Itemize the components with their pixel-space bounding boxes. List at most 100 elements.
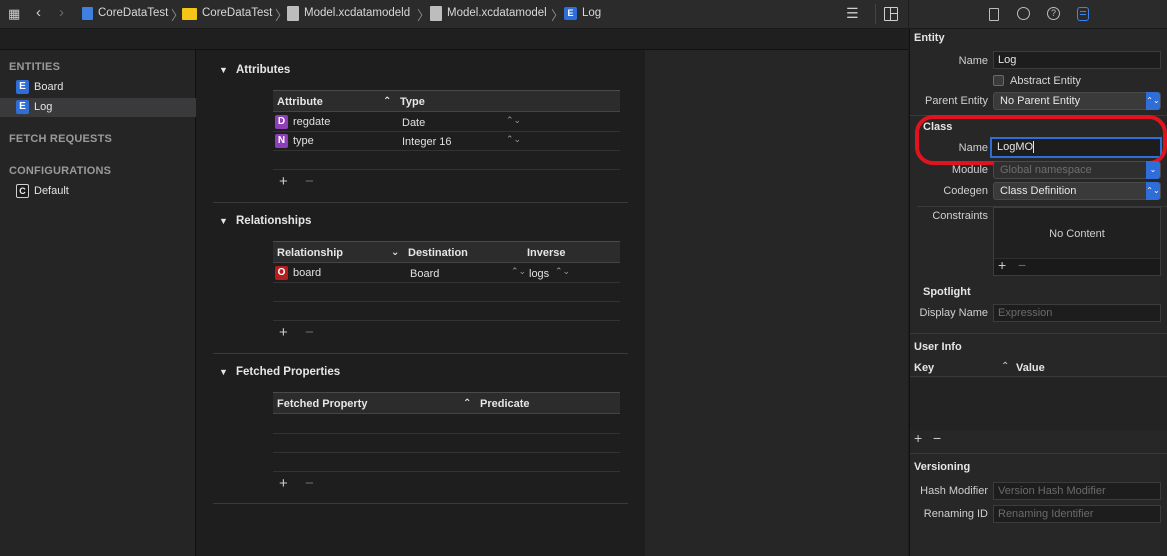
add-relationship-button[interactable]: +	[279, 324, 288, 341]
parent-entity-popup[interactable]: No Parent Entity ⌃⌄	[993, 92, 1161, 110]
constraints-list[interactable]: No Content + −	[993, 207, 1161, 276]
spotlight-section-header: Spotlight	[923, 286, 971, 298]
entity-section-header: Entity	[914, 32, 945, 44]
relationship-name[interactable]: board	[293, 267, 321, 279]
sort-ascending-icon: ⌃	[1001, 361, 1010, 372]
column-header-destination[interactable]: Destination	[408, 247, 468, 259]
attributes-section-title: Attributes	[236, 64, 291, 76]
sidebar-item-label: Log	[34, 101, 53, 113]
disclosure-triangle-icon[interactable]: ▼	[219, 65, 228, 75]
module-popup[interactable]: Global namespace ⌄	[993, 161, 1161, 179]
breadcrumb-model-bundle[interactable]: Model.xcdatamodeld	[304, 7, 410, 19]
user-info-list[interactable]	[910, 378, 1167, 430]
column-header-fetched-property[interactable]: Fetched Property	[277, 398, 367, 410]
entity-name-label: Name	[958, 55, 988, 67]
stepper-icon[interactable]: ⌃⌄	[506, 115, 521, 126]
forward-icon[interactable]: ›	[59, 4, 64, 21]
entity-name-field[interactable]: Log	[993, 51, 1161, 69]
datamodel-icon	[430, 6, 442, 21]
display-name-label: Display Name	[919, 307, 988, 319]
remove-user-info-button[interactable]: −	[933, 430, 941, 446]
configuration-icon: C	[16, 184, 29, 198]
file-inspector-icon[interactable]	[989, 8, 999, 21]
table-row[interactable]: D regdate Date ⌃⌄	[273, 113, 620, 132]
codegen-popup[interactable]: Class Definition ⌃⌄	[993, 182, 1161, 200]
help-inspector-icon[interactable]: ?	[1047, 7, 1060, 20]
sidebar-item-board[interactable]: E Board	[0, 78, 196, 97]
relationships-table-header: Relationship ⌄ Destination Inverse	[273, 241, 620, 263]
grid-icon[interactable]: ▦	[8, 6, 20, 22]
jump-bar: ▦ ‹ › CoreDataTest 〉 CoreDataTest 〉 Mode…	[0, 0, 908, 29]
stepper-icon[interactable]: ⌃⌄	[511, 266, 526, 277]
datamodel-bundle-icon	[287, 6, 299, 21]
sidebar-item-default[interactable]: C Default	[0, 182, 196, 201]
editor-options-icon[interactable]: ☰	[846, 5, 859, 22]
parent-entity-label: Parent Entity	[925, 95, 988, 107]
abstract-entity-checkbox[interactable]	[993, 75, 1004, 86]
sidebar-item-log[interactable]: E Log	[0, 98, 196, 117]
breadcrumb-folder[interactable]: CoreDataTest	[202, 7, 272, 19]
fetch-requests-header: FETCH REQUESTS	[9, 133, 113, 145]
section-divider	[213, 503, 628, 504]
remove-fetched-property-button[interactable]: −	[305, 475, 314, 492]
breadcrumb-entity[interactable]: Log	[582, 7, 601, 19]
project-file-icon	[82, 7, 93, 20]
popup-chevron-icon: ⌄	[1146, 161, 1160, 179]
codegen-value: Class Definition	[1000, 185, 1077, 197]
column-header-relationship[interactable]: Relationship	[277, 247, 343, 259]
column-header-attribute[interactable]: Attribute	[277, 96, 323, 108]
table-row-empty	[273, 302, 620, 321]
column-header-key[interactable]: Key	[914, 362, 934, 374]
data-model-inspector: Entity Name Log Abstract Entity Parent E…	[909, 29, 1167, 556]
relationship-inverse[interactable]: logs	[529, 268, 549, 280]
add-fetched-property-button[interactable]: +	[279, 475, 288, 492]
codegen-label: Codegen	[943, 185, 988, 197]
inspector-tab-bar: ?	[909, 0, 1167, 29]
module-label: Module	[951, 164, 988, 176]
entities-header: ENTITIES	[9, 61, 61, 73]
remove-relationship-button[interactable]: −	[305, 324, 314, 341]
disclosure-triangle-icon[interactable]: ▼	[219, 367, 228, 377]
relationship-destination[interactable]: Board	[410, 268, 439, 280]
editor-background	[645, 50, 908, 556]
attribute-type[interactable]: Integer 16	[402, 136, 452, 148]
breadcrumb-model[interactable]: Model.xcdatamodel	[447, 7, 547, 19]
column-header-value[interactable]: Value	[1016, 362, 1045, 374]
section-divider	[910, 453, 1167, 454]
display-name-field[interactable]: Expression	[993, 304, 1161, 322]
hash-modifier-field[interactable]: Version Hash Modifier	[993, 482, 1161, 500]
add-editor-icon[interactable]	[884, 7, 898, 21]
table-row-empty	[273, 453, 620, 472]
table-row[interactable]: O board Board ⌃⌄ logs ⌃⌄	[273, 264, 620, 283]
outline-sidebar: ENTITIES E Board E Log FETCH REQUESTS CO…	[0, 50, 196, 556]
add-attribute-button[interactable]: +	[279, 173, 288, 190]
stepper-icon[interactable]: ⌃⌄	[506, 134, 521, 145]
table-row-empty	[273, 151, 620, 170]
fetched-properties-section-title: Fetched Properties	[236, 366, 341, 378]
history-inspector-icon[interactable]	[1017, 7, 1030, 20]
remove-constraint-button[interactable]: −	[1018, 257, 1026, 273]
popup-chevron-icon: ⌃⌄	[1146, 92, 1160, 110]
breadcrumb-project[interactable]: CoreDataTest	[98, 7, 168, 19]
back-icon[interactable]: ‹	[36, 4, 41, 21]
data-model-inspector-icon[interactable]	[1077, 7, 1089, 21]
table-row[interactable]: N type Integer 16 ⌃⌄	[273, 132, 620, 151]
attribute-name[interactable]: type	[293, 135, 314, 147]
user-info-table-header: Key ⌃ Value	[910, 356, 1167, 377]
section-divider	[910, 333, 1167, 334]
attributes-table-header: Attribute ⌃ Type	[273, 90, 620, 112]
date-attribute-icon: D	[275, 115, 288, 129]
add-user-info-button[interactable]: +	[914, 430, 922, 446]
renaming-id-field[interactable]: Renaming Identifier	[993, 505, 1161, 523]
hash-modifier-label: Hash Modifier	[920, 485, 988, 497]
attribute-name[interactable]: regdate	[293, 116, 330, 128]
disclosure-triangle-icon[interactable]: ▼	[219, 216, 228, 226]
column-header-type[interactable]: Type	[400, 96, 425, 108]
stepper-icon[interactable]: ⌃⌄	[555, 266, 570, 277]
attribute-type[interactable]: Date	[402, 117, 425, 129]
remove-attribute-button[interactable]: −	[305, 173, 314, 190]
column-header-inverse[interactable]: Inverse	[527, 247, 566, 259]
parent-entity-value: No Parent Entity	[1000, 95, 1081, 107]
add-constraint-button[interactable]: +	[998, 257, 1006, 273]
column-header-predicate[interactable]: Predicate	[480, 398, 530, 410]
